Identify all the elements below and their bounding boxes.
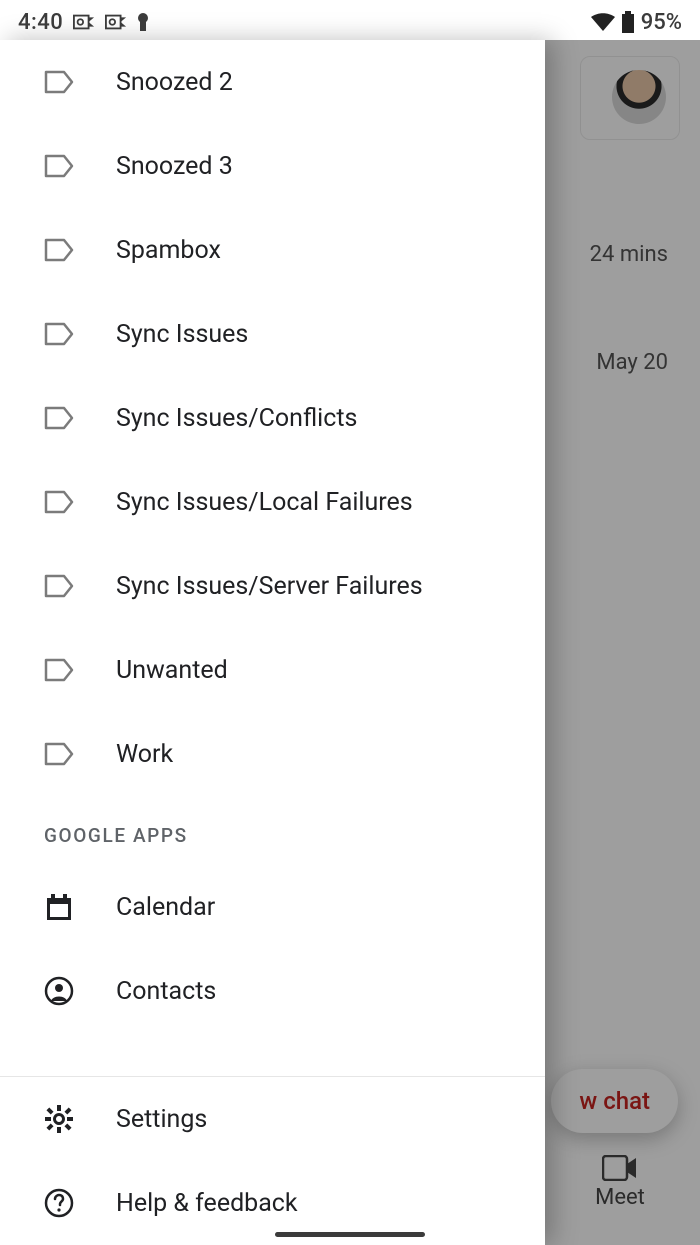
- label-icon: [44, 742, 74, 766]
- label-item-sync-conflicts[interactable]: Sync Issues/Conflicts: [0, 376, 545, 460]
- label-text: Unwanted: [116, 656, 228, 685]
- label-icon: [44, 322, 74, 346]
- label-item-snoozed-2[interactable]: Snoozed 2: [0, 40, 545, 124]
- google-app-calendar[interactable]: Calendar: [0, 865, 545, 949]
- label-text: Work: [116, 740, 173, 769]
- label-text: Sync Issues: [116, 320, 248, 349]
- label-item-spambox[interactable]: Spambox: [0, 208, 545, 292]
- label-icon: [44, 238, 74, 262]
- status-time: 4:40: [18, 10, 63, 35]
- phone-screen: 4:40 95% 24 mins May 20 w chat Meet Snoo…: [0, 0, 700, 1245]
- label-text: Sync Issues/Server Failures: [116, 572, 423, 601]
- contacts-label: Contacts: [116, 977, 216, 1006]
- settings-label: Settings: [116, 1105, 207, 1134]
- label-item-sync-issues[interactable]: Sync Issues: [0, 292, 545, 376]
- label-icon: [44, 574, 74, 598]
- label-text: Sync Issues/Local Failures: [116, 488, 413, 517]
- navigation-drawer: Snoozed 2 Snoozed 3 Spambox Sync Issues …: [0, 40, 545, 1245]
- label-item-snoozed-3[interactable]: Snoozed 3: [0, 124, 545, 208]
- outlook-icon: [105, 14, 127, 30]
- calendar-label: Calendar: [116, 893, 215, 922]
- drawer-scroll[interactable]: Snoozed 2 Snoozed 3 Spambox Sync Issues …: [0, 40, 545, 1076]
- label-icon: [44, 658, 74, 682]
- battery-icon: [621, 11, 635, 33]
- label-icon: [44, 490, 74, 514]
- home-indicator[interactable]: [275, 1232, 425, 1237]
- help-icon: [44, 1188, 74, 1218]
- label-text: Snoozed 2: [116, 68, 233, 97]
- help-label: Help & feedback: [116, 1189, 298, 1218]
- battery-percentage: 95%: [641, 10, 682, 35]
- label-icon: [44, 70, 74, 94]
- vpn-key-icon: [137, 13, 149, 31]
- google-app-contacts[interactable]: Contacts: [0, 949, 545, 1033]
- label-text: Snoozed 3: [116, 152, 233, 181]
- label-text: Spambox: [116, 236, 221, 265]
- contacts-icon: [44, 976, 74, 1006]
- settings-item[interactable]: Settings: [0, 1077, 545, 1161]
- label-text: Sync Issues/Conflicts: [116, 404, 357, 433]
- wifi-icon: [591, 13, 615, 31]
- label-item-sync-server-failures[interactable]: Sync Issues/Server Failures: [0, 544, 545, 628]
- status-bar-left: 4:40: [18, 10, 149, 35]
- status-bar-right: 95%: [591, 10, 682, 35]
- status-bar: 4:40 95%: [0, 0, 700, 40]
- calendar-icon: [44, 892, 74, 922]
- label-item-unwanted[interactable]: Unwanted: [0, 628, 545, 712]
- label-item-sync-local-failures[interactable]: Sync Issues/Local Failures: [0, 460, 545, 544]
- section-header-google-apps: GOOGLE APPS: [0, 796, 545, 865]
- gear-icon: [44, 1104, 74, 1134]
- label-icon: [44, 406, 74, 430]
- label-icon: [44, 154, 74, 178]
- outlook-icon: [73, 14, 95, 30]
- label-item-work[interactable]: Work: [0, 712, 545, 796]
- help-feedback-item[interactable]: Help & feedback: [0, 1161, 545, 1245]
